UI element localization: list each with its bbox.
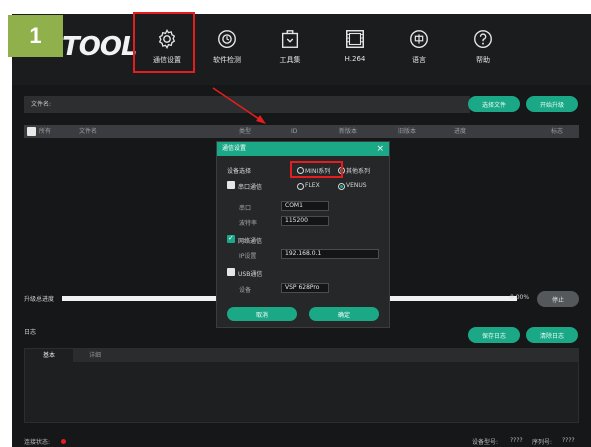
nav-label: H.264	[344, 55, 366, 63]
toolbox-icon	[281, 30, 299, 48]
device-select[interactable]: VSP 628Pro	[281, 283, 329, 293]
log-panel: 基本 详细	[24, 348, 579, 423]
close-icon[interactable]: ×	[376, 142, 384, 156]
col-all: 所有	[39, 128, 52, 135]
col-progress: 进度	[454, 128, 467, 135]
save-log-button[interactable]: 保存日志	[468, 327, 520, 343]
nav-label: 工具集	[279, 56, 301, 64]
radio-venus[interactable]	[338, 183, 345, 190]
status-dot-icon	[61, 439, 66, 444]
col-id: ID	[291, 128, 298, 135]
port-select[interactable]: COM1	[281, 201, 329, 211]
ip-input[interactable]: 192.168.0.1	[281, 249, 379, 259]
nav-label: 语言	[412, 56, 426, 64]
log-label: 日志	[24, 329, 37, 336]
nav-h264[interactable]: H.264	[324, 28, 386, 74]
ok-button[interactable]: 确定	[309, 307, 379, 321]
device-select-label: 设备选择	[227, 168, 252, 175]
file-grid-header: 所有 文件名 类型 ID 新版本 旧版本 进度 标志	[24, 125, 579, 138]
venus-label: VENUS	[346, 182, 367, 189]
tab-detail[interactable]: 详细	[77, 349, 113, 362]
network-comm-label: 网络通信	[238, 238, 263, 245]
serial-comm-label: 串口通信	[238, 184, 263, 191]
scan-icon	[218, 30, 236, 48]
col-new-version: 新版本	[339, 128, 358, 135]
network-comm-checkbox[interactable]	[227, 234, 235, 243]
device-label: 设备	[239, 287, 252, 294]
step-number-badge: 1	[8, 15, 63, 57]
clear-log-button[interactable]: 清除日志	[526, 327, 578, 343]
stop-button[interactable]: 停止	[537, 291, 579, 307]
file-name-field[interactable]: 文件名:	[24, 96, 470, 113]
help-icon	[474, 30, 492, 48]
nav-help[interactable]: 帮助	[452, 28, 514, 74]
device-model-label: 设备型号:	[472, 439, 499, 446]
flex-label: FLEX	[305, 182, 320, 189]
dialog-title: 通信设置	[217, 142, 389, 156]
serial-label: 序列号:	[532, 439, 553, 446]
port-label: 串口	[239, 205, 252, 212]
brand-logo: TOOL	[62, 32, 138, 62]
nav-label: 帮助	[476, 56, 490, 64]
select-file-button[interactable]: 选择文件	[468, 96, 520, 112]
baud-value: 115200	[285, 217, 308, 224]
col-flag: 标志	[551, 128, 564, 135]
progress-label: 升级总进度	[24, 296, 55, 303]
ip-value: 192.168.0.1	[285, 250, 322, 257]
device-model-value: ????	[510, 437, 523, 444]
connection-status-label: 连接状态:	[24, 439, 51, 446]
language-icon	[410, 30, 428, 48]
serial-value: ????	[562, 437, 575, 444]
baud-label: 波特率	[239, 220, 258, 227]
radio-flex[interactable]	[297, 183, 304, 190]
nav-label: 软件检测	[213, 56, 241, 64]
ip-label: IP设置	[239, 253, 257, 260]
serial-comm-checkbox[interactable]	[227, 181, 235, 189]
start-upgrade-button[interactable]: 开始升级	[526, 96, 578, 112]
film-icon	[346, 30, 364, 48]
usb-comm-checkbox[interactable]	[227, 268, 235, 276]
col-old-version: 旧版本	[398, 128, 417, 135]
nav-toolbox[interactable]: 工具集	[259, 28, 321, 74]
progress-value: 0.00%	[510, 294, 530, 301]
cancel-button[interactable]: 取消	[227, 307, 297, 321]
select-all-checkbox[interactable]	[27, 127, 36, 136]
usb-comm-label: USB通信	[238, 271, 263, 278]
status-bar: 连接状态: 设备型号: ???? 序列号: ????	[24, 435, 579, 447]
log-tab-bar: 基本 详细	[25, 349, 578, 362]
tab-basic[interactable]: 基本	[25, 349, 73, 362]
dialog-title-text: 通信设置	[222, 145, 247, 152]
file-name-label: 文件名:	[31, 101, 52, 108]
top-toolbar: TOOL 通信设置 软件检测 工具集 H.264 语言 帮助	[12, 14, 591, 85]
nav-software-check[interactable]: 软件检测	[196, 28, 258, 74]
highlight-mini-series	[290, 161, 343, 178]
baud-select[interactable]: 115200	[281, 216, 329, 226]
device-value: VSP 628Pro	[285, 284, 320, 291]
highlight-comm-settings	[133, 12, 195, 73]
col-filename: 文件名	[79, 128, 98, 135]
col-type: 类型	[239, 128, 252, 135]
nav-language[interactable]: 语言	[388, 28, 450, 74]
port-value: COM1	[285, 202, 303, 209]
other-series-label: 其他系列	[346, 168, 371, 175]
